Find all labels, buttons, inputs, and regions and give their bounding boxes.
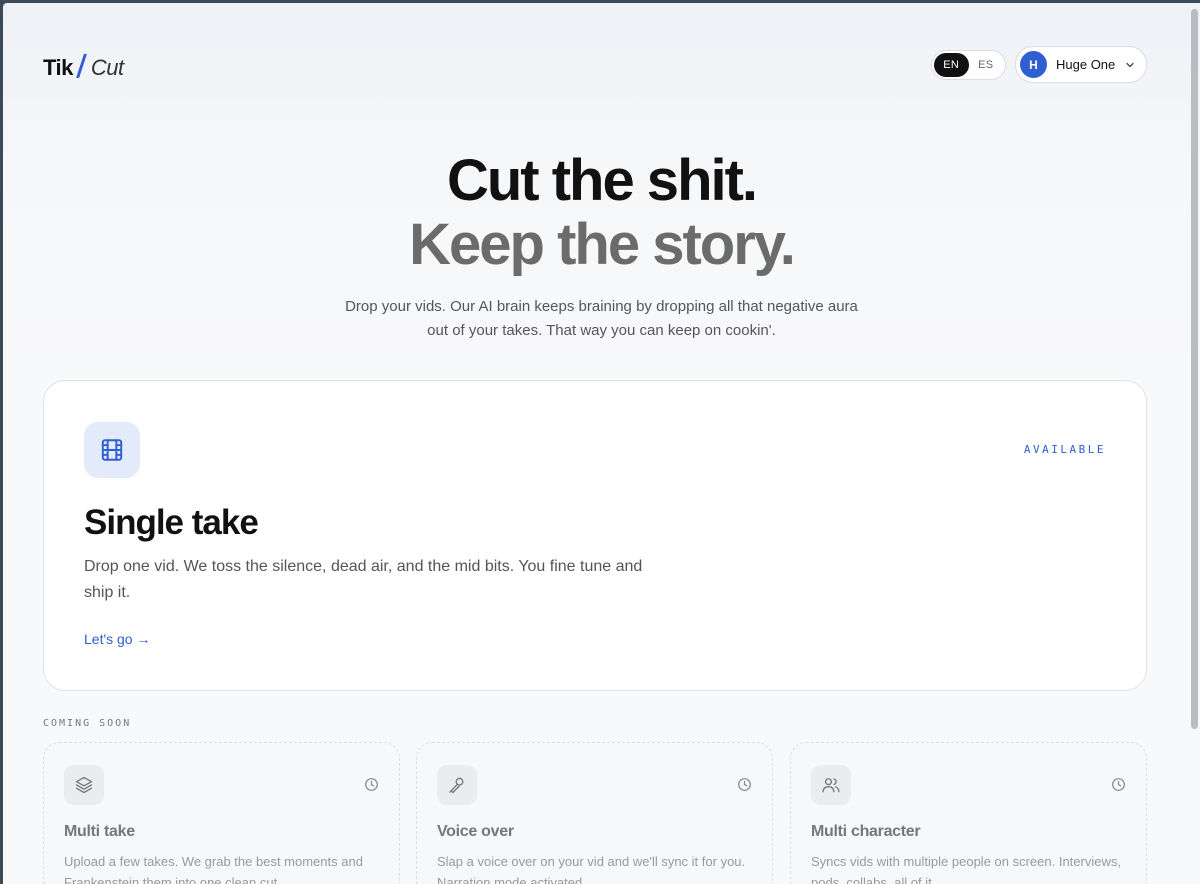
language-es-button[interactable]: ES xyxy=(969,53,1004,77)
app-window: Tik Cut EN ES H Huge One Cut the shit. K… xyxy=(3,3,1200,884)
clock-icon xyxy=(1112,778,1125,791)
multi-take-title: Multi take xyxy=(64,823,135,840)
single-take-title: Single take xyxy=(84,503,259,542)
user-menu-button[interactable]: H Huge One xyxy=(1015,46,1147,83)
chevron-down-icon xyxy=(1126,62,1134,67)
single-take-description: Drop one vid. We toss the silence, dead … xyxy=(84,558,643,601)
status-badge-available: AVAILABLE xyxy=(1023,443,1106,456)
logo-text-tik: Tik xyxy=(43,55,73,80)
coming-soon-label: COMING SOON xyxy=(43,718,132,729)
multi-character-description: Syncs vids with multiple people on scree… xyxy=(811,854,1121,884)
voice-over-icon-box xyxy=(437,765,477,805)
multi-take-card: Multi take Upload a few takes. We grab t… xyxy=(43,742,400,884)
avatar: H xyxy=(1020,51,1047,78)
single-take-card[interactable]: AVAILABLE Single take Drop one vid. We t… xyxy=(43,380,1147,691)
single-take-icon-box xyxy=(84,422,140,478)
scrollbar[interactable] xyxy=(1191,9,1198,729)
voice-over-description: Slap a voice over on your vid and we'll … xyxy=(437,854,746,884)
multi-character-card: Multi character Syncs vids with multiple… xyxy=(790,742,1147,884)
film-icon xyxy=(101,439,123,461)
voice-over-title: Voice over xyxy=(437,823,514,840)
microphone-icon xyxy=(449,777,464,794)
hero-subtitle: Drop your vids. Our AI brain keeps brain… xyxy=(345,298,858,339)
layers-icon xyxy=(75,776,93,794)
logo-text-cut: Cut xyxy=(90,55,124,80)
clock-icon xyxy=(738,778,751,791)
clock-icon xyxy=(365,778,378,791)
language-en-button[interactable]: EN xyxy=(934,53,969,77)
multi-take-description: Upload a few takes. We grab the best mom… xyxy=(64,854,363,884)
multi-character-icon-box xyxy=(811,765,851,805)
user-name: Huge One xyxy=(1056,57,1116,72)
logo-slash-mark xyxy=(75,54,87,78)
lets-go-link[interactable]: Let's go → xyxy=(84,631,151,647)
multi-character-title: Multi character xyxy=(811,823,921,840)
voice-over-card: Voice over Slap a voice over on your vid… xyxy=(416,742,773,884)
hero-title-line-1: Cut the shit. xyxy=(446,148,758,213)
logo[interactable]: Tik Cut xyxy=(43,51,124,81)
multi-take-icon-box xyxy=(64,765,104,805)
language-switcher: EN ES xyxy=(931,50,1006,80)
users-icon xyxy=(822,778,840,793)
hero-title-line-2: Keep the story. xyxy=(409,212,796,277)
